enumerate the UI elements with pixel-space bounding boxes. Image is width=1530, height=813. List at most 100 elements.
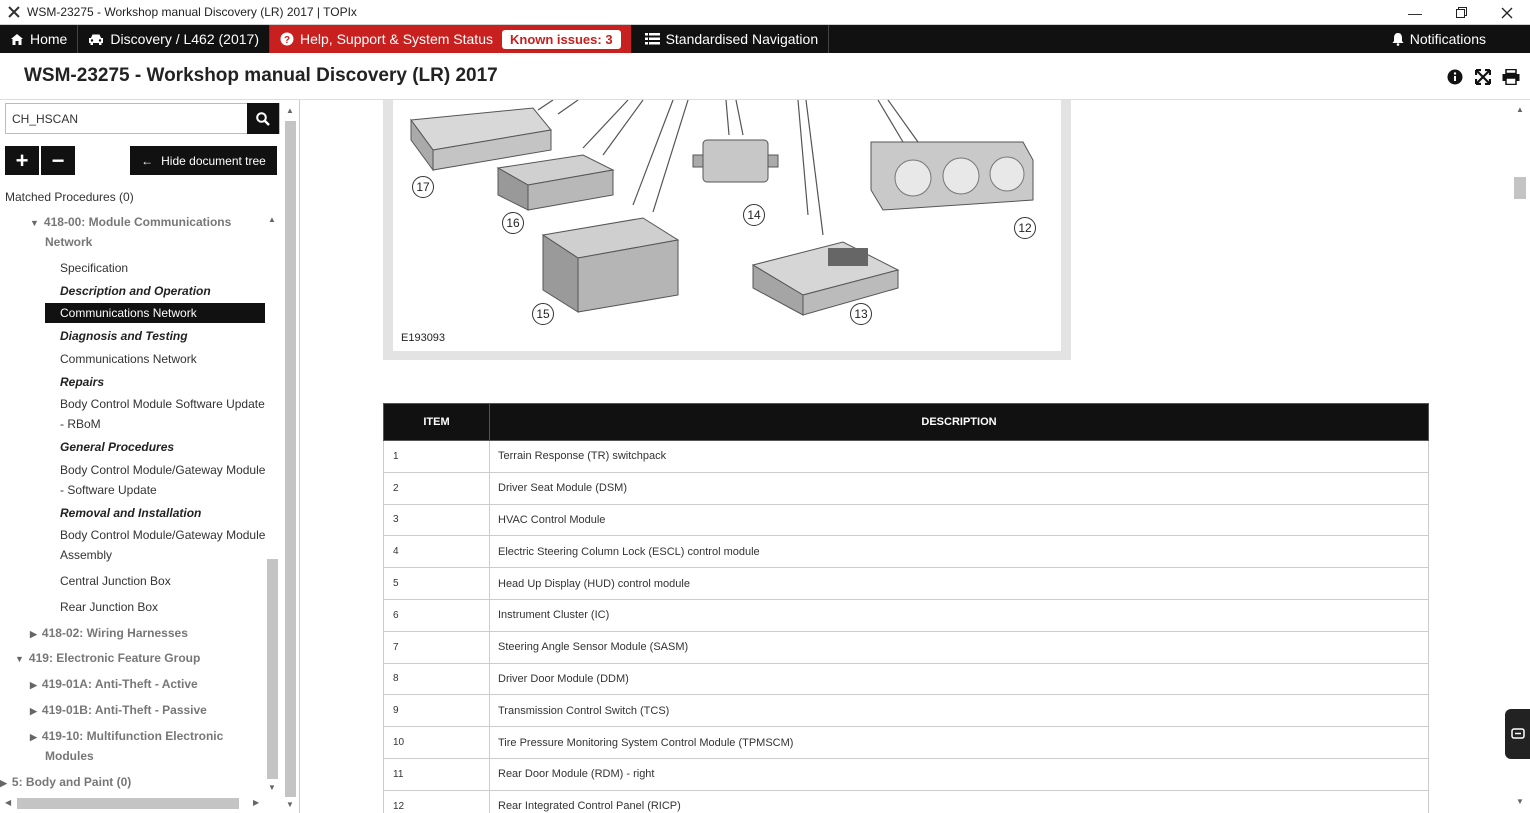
- tree-item-label: Network: [45, 235, 93, 249]
- module-location-figure: 17 16 14 12 15 13 E193093: [383, 100, 1071, 360]
- search-input[interactable]: [6, 104, 248, 133]
- nav-help[interactable]: ? Help, Support & System Status Known is…: [270, 25, 631, 53]
- sidebar-scroll-up-icon[interactable]: ▲: [286, 106, 294, 115]
- table-row: 6 Instrument Cluster (IC): [383, 598, 1429, 632]
- tree-item[interactable]: Removal and Installation: [60, 503, 280, 523]
- description-cell: Rear Door Module (RDM) - right: [489, 757, 1429, 791]
- caret-right-icon[interactable]: ▶: [30, 675, 37, 695]
- tree-item[interactable]: Body Control Module/Gateway Module: [60, 460, 280, 480]
- tree-item[interactable]: ▶ 419-01B: Anti-Theft - Passive: [30, 700, 250, 721]
- table-row: 9 Transmission Control Switch (TCS): [383, 694, 1429, 728]
- tree-item-label: 418-02: Wiring Harnesses: [41, 626, 188, 640]
- tree-item[interactable]: ▼ 418-00: Module Communications: [30, 212, 250, 233]
- nav-vehicle[interactable]: Discovery / L462 (2017): [78, 25, 269, 53]
- tree-item[interactable]: ▶ 5: Body and Paint (0): [0, 772, 220, 793]
- tree-scroll-thumb[interactable]: [267, 559, 278, 779]
- car-icon: [88, 33, 104, 46]
- content-scroll-thumb[interactable]: [1514, 177, 1526, 199]
- tree-item[interactable]: Rear Junction Box: [60, 597, 280, 617]
- feedback-tab[interactable]: [1505, 709, 1530, 759]
- item-number-cell: 1: [383, 440, 490, 473]
- tree-item[interactable]: Network: [45, 232, 265, 252]
- content-scroll-up-icon[interactable]: ▲: [1516, 105, 1524, 114]
- tree-item[interactable]: Communications Network: [60, 349, 280, 369]
- module-illustration: [410, 100, 1034, 316]
- tree-scrollbar[interactable]: ▲ ▼: [266, 213, 280, 798]
- collapse-all-button[interactable]: −: [41, 146, 75, 175]
- callout-15: 15: [532, 303, 554, 325]
- scroll-left-arrow-icon[interactable]: ◀: [5, 798, 11, 807]
- tree-item-label: Central Junction Box: [60, 574, 171, 588]
- tree-item[interactable]: Body Control Module Software Update: [60, 394, 280, 414]
- table-row: 3 HVAC Control Module: [383, 503, 1429, 537]
- module-15-shape: [541, 217, 680, 313]
- fullscreen-icon[interactable]: [1474, 68, 1492, 86]
- caret-right-icon[interactable]: ▶: [30, 701, 37, 721]
- scroll-right-arrow-icon[interactable]: ▶: [253, 798, 259, 807]
- item-number-cell: 2: [383, 471, 490, 505]
- sidebar-scrollbar[interactable]: ▲ ▼: [283, 103, 298, 813]
- item-number-cell: 9: [383, 694, 490, 728]
- caret-down-icon[interactable]: ▼: [15, 649, 24, 669]
- tree-item-label: - Software Update: [60, 483, 157, 497]
- search-button[interactable]: [247, 103, 279, 134]
- caret-right-icon[interactable]: ▶: [0, 773, 7, 793]
- caret-right-icon[interactable]: ▶: [30, 727, 37, 747]
- known-issues-badge[interactable]: Known issues: 3: [501, 29, 621, 49]
- info-icon[interactable]: [1446, 68, 1464, 86]
- nav-vehicle-label: Discovery / L462 (2017): [110, 31, 259, 47]
- nav-notifications[interactable]: Notifications: [1382, 25, 1496, 53]
- tree-item[interactable]: Repairs: [60, 372, 280, 392]
- scroll-down-arrow-icon[interactable]: ▼: [268, 783, 276, 792]
- content-scroll-down-icon[interactable]: ▼: [1516, 797, 1524, 806]
- tree-item[interactable]: Assembly: [60, 545, 280, 565]
- tree-item-label: Communications Network: [60, 352, 197, 366]
- close-window-button[interactable]: [1484, 0, 1530, 25]
- print-icon[interactable]: [1502, 68, 1520, 86]
- expand-all-button[interactable]: +: [5, 146, 39, 175]
- tree-item[interactable]: ▶ 418-02: Wiring Harnesses: [30, 623, 250, 644]
- maximize-button[interactable]: [1438, 0, 1484, 25]
- tree-item[interactable]: Communications Network: [45, 303, 265, 323]
- table-row: 2 Driver Seat Module (DSM): [383, 471, 1429, 505]
- page-title: WSM-23275 - Workshop manual Discovery (L…: [24, 65, 498, 86]
- nav-home[interactable]: Home: [0, 25, 77, 53]
- table-row: 12 Rear Integrated Control Panel (RICP): [383, 789, 1429, 813]
- tree-hscrollbar[interactable]: ◀ ▶: [5, 797, 263, 810]
- description-cell: HVAC Control Module: [489, 503, 1429, 537]
- item-number-cell: 4: [383, 535, 490, 569]
- tree-item[interactable]: Modules: [45, 746, 265, 766]
- scroll-up-arrow-icon[interactable]: ▲: [268, 215, 276, 224]
- table-row: 10 Tire Pressure Monitoring System Contro…: [383, 726, 1429, 759]
- description-cell: Electric Steering Column Lock (ESCL) con…: [489, 535, 1429, 569]
- tree-item[interactable]: - Software Update: [60, 480, 280, 500]
- content-scrollbar[interactable]: ▲ ▼: [1510, 100, 1530, 813]
- tree-item[interactable]: - RBoM: [60, 414, 280, 434]
- tree-hscroll-thumb[interactable]: [17, 798, 239, 809]
- tree-item[interactable]: ▶ 419-10: Multifunction Electronic: [30, 726, 250, 747]
- item-number-cell: 7: [383, 630, 490, 664]
- tree-item[interactable]: Body Control Module/Gateway Module: [60, 525, 280, 545]
- description-cell: Rear Integrated Control Panel (RICP): [489, 789, 1429, 813]
- tree-item[interactable]: Diagnosis and Testing: [60, 326, 280, 346]
- tree-item[interactable]: ▼ 419: Electronic Feature Group: [15, 648, 235, 669]
- item-column-header: ITEM: [383, 403, 490, 441]
- nav-standardised[interactable]: Standardised Navigation: [631, 25, 829, 53]
- caret-right-icon[interactable]: ▶: [30, 624, 37, 644]
- tree-item[interactable]: ▶ 419-01A: Anti-Theft - Active: [30, 674, 250, 695]
- search-box: [5, 103, 280, 134]
- hide-document-tree-button[interactable]: ← Hide document tree: [130, 146, 277, 175]
- tree-item-label: 419-01A: Anti-Theft - Active: [41, 677, 198, 691]
- tree-item[interactable]: Description and Operation: [60, 281, 280, 301]
- sidebar-scroll-down-icon[interactable]: ▼: [286, 800, 294, 809]
- tree-item[interactable]: General Procedures: [60, 437, 280, 457]
- item-number-cell: 12: [383, 789, 490, 813]
- description-cell: Transmission Control Switch (TCS): [489, 694, 1429, 728]
- tree-item[interactable]: Central Junction Box: [60, 571, 280, 591]
- caret-down-icon[interactable]: ▼: [30, 213, 39, 233]
- list-icon: [644, 33, 660, 45]
- tree-item-label: Diagnosis and Testing: [60, 329, 188, 343]
- minimize-button[interactable]: —: [1392, 0, 1438, 25]
- sidebar-scroll-thumb[interactable]: [285, 121, 296, 797]
- tree-item[interactable]: Specification: [60, 258, 280, 278]
